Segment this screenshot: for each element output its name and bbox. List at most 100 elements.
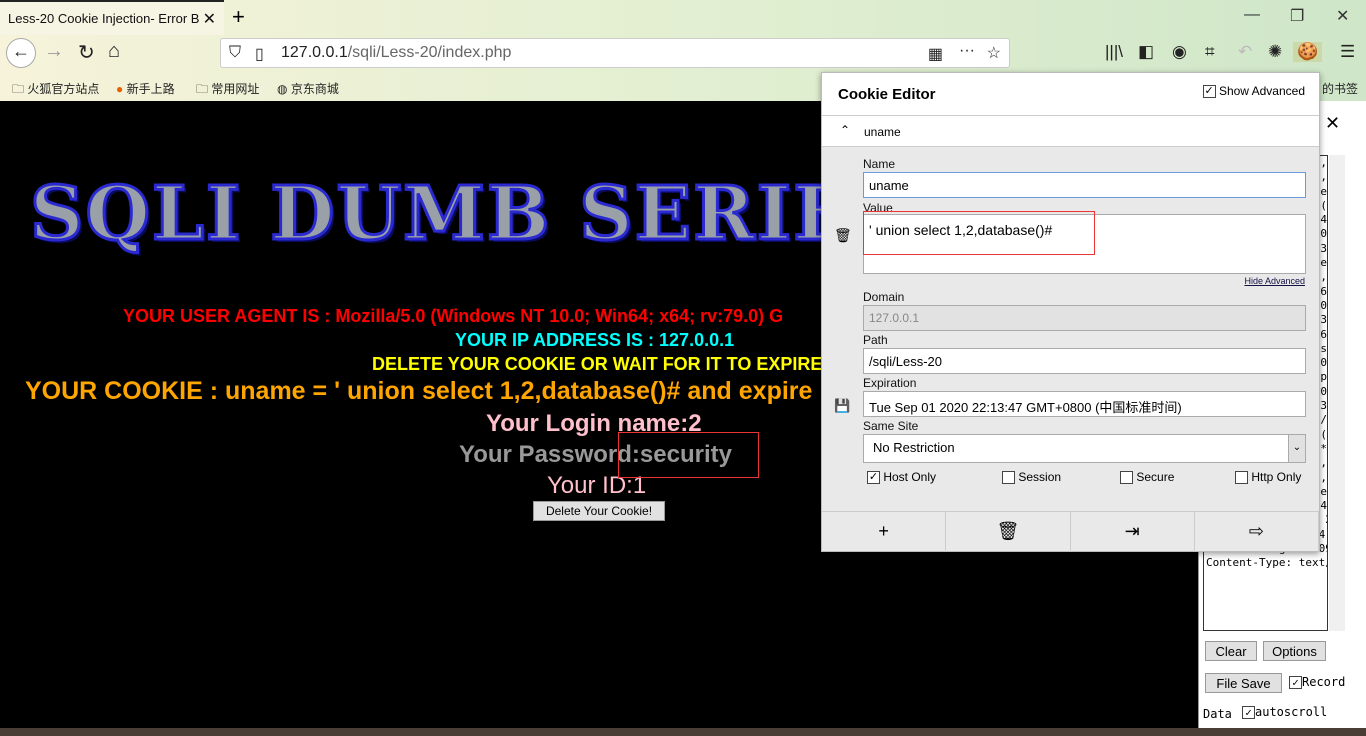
bookmark-label: 常用网址 bbox=[211, 82, 260, 96]
secure-checkbox[interactable]: Secure bbox=[1120, 470, 1175, 485]
minimize-button[interactable]: — bbox=[1244, 6, 1260, 24]
bookmark-2[interactable]: ● 新手上路 bbox=[116, 72, 175, 101]
import-icon: ⇥ bbox=[1124, 521, 1140, 541]
file-save-button[interactable]: File Save bbox=[1205, 673, 1282, 693]
cookie-editor-popup: Cookie Editor ✓ Show Advanced ⌃ uname Nam… bbox=[821, 72, 1320, 552]
name-input[interactable]: uname bbox=[863, 172, 1306, 198]
back-button[interactable]: ← bbox=[6, 38, 36, 68]
qr-icon[interactable]: ▦ bbox=[928, 44, 943, 64]
reload-button[interactable]: ↻ bbox=[78, 40, 95, 65]
path-label: Path bbox=[863, 333, 888, 347]
data-label: Data bbox=[1203, 707, 1232, 721]
record-checkbox[interactable]: ✓ Record bbox=[1289, 675, 1345, 689]
cookie-editor-icon[interactable]: 🍪 bbox=[1293, 42, 1323, 62]
bookmark-star-icon[interactable]: ☆ bbox=[987, 43, 1001, 63]
session-checkbox[interactable]: Session bbox=[1002, 470, 1062, 485]
same-site-value: No Restriction bbox=[873, 440, 955, 455]
save-icon[interactable]: 💾 bbox=[834, 398, 850, 414]
trash-icon: 🗑 bbox=[996, 521, 1020, 541]
checkbox-icon bbox=[1002, 471, 1015, 485]
export-button[interactable]: ⇨ bbox=[1195, 512, 1319, 552]
cookie-header-uname[interactable]: ⌃ uname bbox=[822, 115, 1319, 147]
url-host: 127.0.0.1 bbox=[281, 44, 348, 61]
url-bar[interactable]: ⛉ ▯ 127.0.0.1/sqli/Less-20/index.php ▦ ·… bbox=[220, 38, 1010, 68]
shield-icon: ⛉ bbox=[229, 44, 242, 61]
library-icon[interactable]: |||\ bbox=[1105, 42, 1123, 62]
ip-text: YOUR IP ADDRESS IS : 127.0.0.1 bbox=[455, 330, 735, 350]
highlight-box bbox=[863, 211, 1095, 255]
checkbox-icon: ✓ bbox=[1202, 85, 1216, 99]
log-line: Content-Type: text/html bbox=[1206, 556, 1327, 570]
taskbar bbox=[0, 728, 1366, 736]
bookmark-label: 火狐官方站点 bbox=[27, 82, 100, 96]
path-input[interactable]: /sqli/Less-20 bbox=[863, 348, 1306, 374]
undo-icon[interactable]: ↶ bbox=[1238, 42, 1252, 62]
secure-label: Secure bbox=[1136, 470, 1175, 484]
host-only-label: Host Only bbox=[883, 470, 937, 484]
bookmark-4[interactable]: ◍ 京东商城 bbox=[277, 72, 339, 101]
bookmark-label: 的书签 bbox=[1322, 82, 1359, 96]
highlight-box bbox=[618, 432, 759, 478]
screenshot-icon[interactable]: ⌗ bbox=[1205, 42, 1215, 62]
options-button[interactable]: Options bbox=[1263, 641, 1326, 661]
page-icon: ▯ bbox=[255, 46, 264, 63]
export-icon: ⇨ bbox=[1248, 521, 1264, 541]
delete-notice: DELETE YOUR COOKIE OR WAIT FOR IT TO EXP… bbox=[372, 354, 823, 374]
name-label: Name bbox=[863, 157, 896, 171]
session-label: Session bbox=[1018, 470, 1062, 484]
delete-all-button[interactable]: 🗑 bbox=[946, 512, 1071, 552]
hide-advanced-link[interactable]: Hide Advanced bbox=[1244, 276, 1305, 286]
close-window-button[interactable]: ✕ bbox=[1336, 6, 1349, 26]
checkbox-icon: ✓ bbox=[867, 471, 880, 485]
other-bookmarks[interactable]: 的书签 bbox=[1322, 72, 1358, 101]
bookmark-1[interactable]: 🗀 火狐官方站点 bbox=[12, 72, 99, 101]
checkbox-icon bbox=[1235, 471, 1248, 485]
add-cookie-button[interactable]: + bbox=[822, 512, 947, 552]
close-panel-icon[interactable]: ✕ bbox=[1325, 113, 1340, 134]
checkbox-icon: ✓ bbox=[1242, 706, 1255, 719]
cookie-editor-title: Cookie Editor bbox=[838, 86, 936, 103]
expiration-input[interactable]: Tue Sep 01 2020 22:13:47 GMT+0800 (中国标准时… bbox=[863, 391, 1306, 417]
new-tab-button[interactable]: + bbox=[232, 4, 245, 30]
autoscroll-label: autoscroll bbox=[1255, 705, 1328, 719]
autoscroll-checkbox[interactable]: ✓ autoscroll bbox=[1242, 705, 1327, 719]
chevron-down-icon: ⌄ bbox=[1288, 435, 1305, 462]
plus-icon: + bbox=[878, 521, 889, 541]
chevron-up-icon[interactable]: ⌃ bbox=[840, 123, 850, 137]
cookie-name: uname bbox=[864, 125, 901, 139]
bookmark-label: 京东商城 bbox=[290, 82, 339, 96]
checkbox-icon: ✓ bbox=[1289, 676, 1302, 689]
expiration-label: Expiration bbox=[863, 376, 917, 390]
same-site-label: Same Site bbox=[863, 419, 919, 433]
sqli-logo: SQLI DUMB SERIES bbox=[28, 170, 908, 259]
account-icon[interactable]: ◉ bbox=[1172, 42, 1187, 62]
http-only-label: Http Only bbox=[1251, 470, 1302, 484]
domain-input[interactable]: 127.0.0.1 bbox=[863, 305, 1306, 331]
more-icon[interactable]: ··· bbox=[959, 42, 975, 60]
delete-cookie-button[interactable]: Delete Your Cookie! bbox=[533, 501, 665, 521]
record-label: Record bbox=[1302, 675, 1346, 689]
show-advanced-checkbox[interactable]: ✓ Show Advanced bbox=[1202, 84, 1305, 99]
restore-button[interactable]: ❐ bbox=[1290, 6, 1304, 26]
clear-button[interactable]: Clear bbox=[1205, 641, 1257, 661]
sidebar-icon[interactable]: ◧ bbox=[1138, 42, 1154, 62]
show-advanced-label: Show Advanced bbox=[1218, 84, 1305, 98]
import-button[interactable]: ⇥ bbox=[1071, 512, 1195, 552]
browser-tab[interactable]: Less-20 Cookie Injection- Error B ✕ bbox=[0, 0, 224, 35]
menu-icon[interactable]: ☰ bbox=[1340, 42, 1355, 62]
bookmark-label: 新手上路 bbox=[126, 82, 175, 96]
tab-title: Less-20 Cookie Injection- Error B bbox=[8, 11, 200, 26]
firefox-icon: ● bbox=[116, 82, 124, 96]
close-tab-icon[interactable]: ✕ bbox=[203, 9, 216, 29]
http-only-checkbox[interactable]: Http Only bbox=[1235, 470, 1302, 485]
checkbox-icon bbox=[1120, 471, 1133, 485]
same-site-select[interactable]: No Restriction ⌄ bbox=[863, 434, 1306, 463]
host-only-checkbox[interactable]: ✓ Host Only bbox=[867, 470, 937, 485]
forward-button[interactable]: → bbox=[44, 40, 64, 63]
extension-icon[interactable]: ✺ bbox=[1268, 42, 1282, 62]
home-button[interactable]: ⌂ bbox=[108, 40, 120, 63]
cookie-text: YOUR COOKIE : uname = ' union select 1,2… bbox=[25, 377, 813, 405]
log-scrollbar[interactable] bbox=[1329, 155, 1345, 631]
bookmark-3[interactable]: 🗀 常用网址 bbox=[196, 72, 259, 101]
delete-cookie-icon[interactable]: 🗑 bbox=[834, 227, 852, 244]
